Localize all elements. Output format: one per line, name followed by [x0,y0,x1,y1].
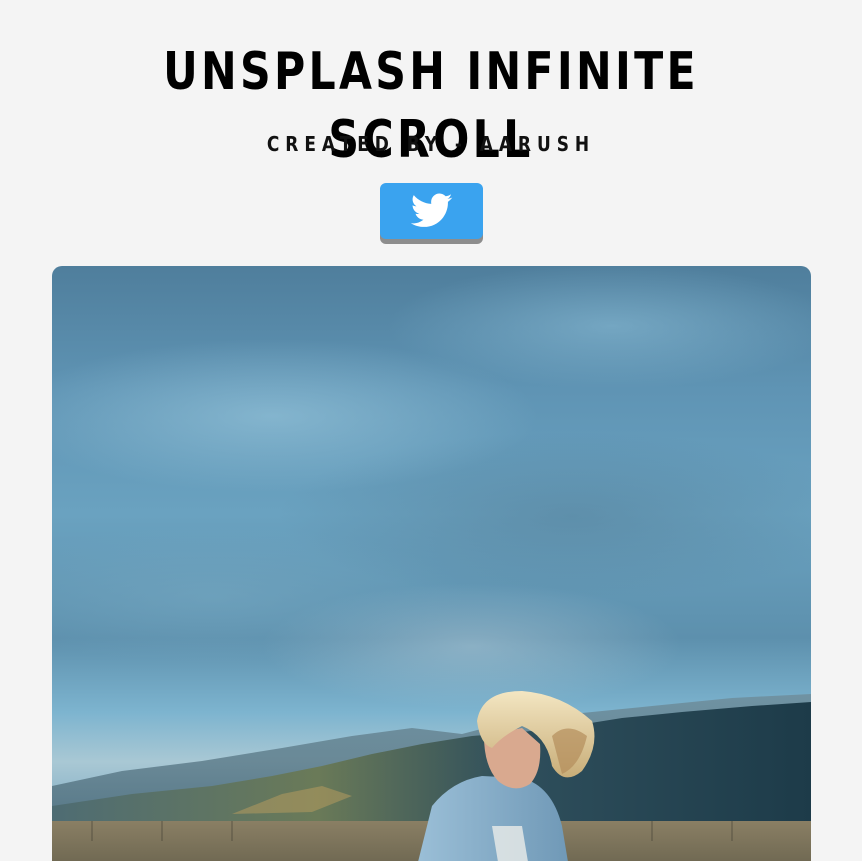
page-subtitle: CREATED BY - AARUSH [266,132,596,156]
photo-scene [52,691,811,861]
unsplash-photo[interactable] [52,266,811,861]
twitter-button[interactable] [380,183,483,239]
twitter-bird-icon [410,193,452,227]
image-container [52,266,811,861]
page: UNSPLASH INFINITE SCROLL CREATED BY - AA… [0,0,862,861]
